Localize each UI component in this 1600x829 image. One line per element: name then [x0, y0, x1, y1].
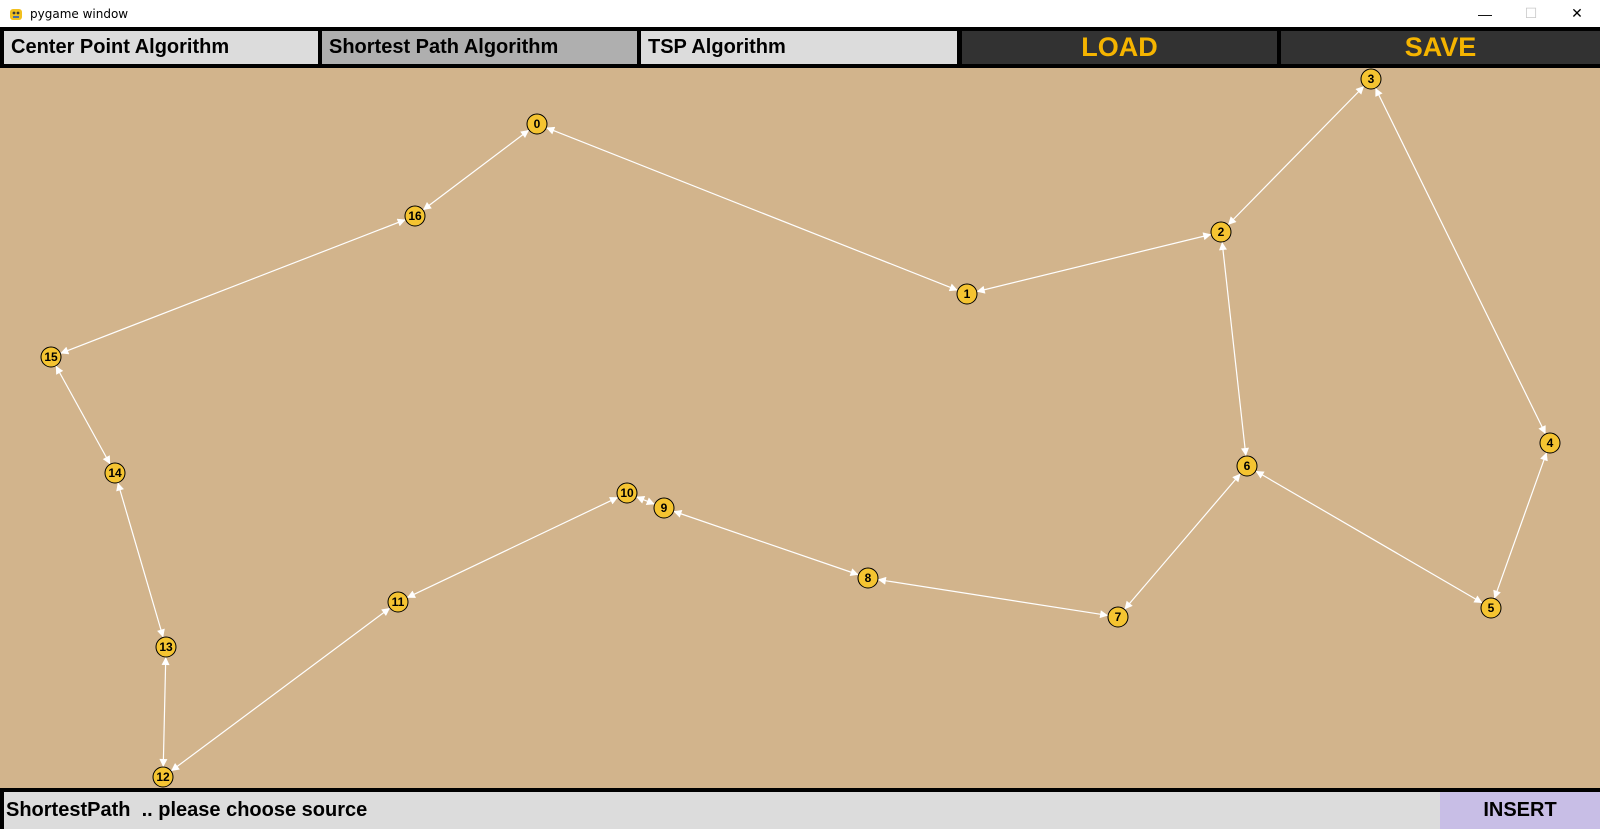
pygame-snake-icon: [10, 8, 22, 20]
node-label: 12: [156, 770, 170, 784]
node-label: 16: [408, 209, 422, 223]
status-bar: ShortestPath .. please choose source INS…: [0, 788, 1600, 829]
tsp-label: TSP Algorithm: [648, 36, 786, 58]
maximize-icon: ☐: [1524, 5, 1538, 21]
edge-9-8: [673, 510, 859, 576]
insert-button[interactable]: INSERT: [1440, 792, 1600, 829]
center-point-algorithm-button[interactable]: Center Point Algorithm: [4, 31, 318, 64]
edge-0-1: [546, 126, 958, 292]
edge-5-4: [1493, 452, 1548, 599]
graph-node-4[interactable]: 4: [1539, 432, 1561, 454]
edge-14-13: [116, 482, 165, 638]
nodes-layer: 012345678910111213141516: [40, 68, 1561, 788]
minimize-button[interactable]: —: [1462, 0, 1508, 27]
edge-8-7: [877, 576, 1109, 619]
edge-0-16: [422, 129, 530, 211]
graph-node-6[interactable]: 6: [1236, 455, 1258, 477]
save-label: SAVE: [1404, 32, 1477, 62]
graph-node-1[interactable]: 1: [956, 283, 978, 305]
edge-12-11: [170, 607, 391, 772]
graph-node-15[interactable]: 15: [40, 346, 62, 368]
edges-layer: [55, 85, 1548, 772]
shortest-path-label: Shortest Path Algorithm: [329, 36, 559, 58]
graph-node-13[interactable]: 13: [155, 636, 177, 658]
node-label: 1: [964, 287, 971, 301]
edge-6-2: [1219, 241, 1249, 457]
node-label: 9: [661, 501, 668, 515]
status-text: ShortestPath .. please choose source: [6, 799, 368, 821]
edge-6-5: [1255, 470, 1483, 604]
window-titlebar: pygame window — ☐ ✕: [0, 0, 1600, 27]
node-label: 0: [534, 117, 541, 131]
minimize-icon: —: [1478, 5, 1492, 22]
edge-2-1: [976, 232, 1212, 294]
graph-node-7[interactable]: 7: [1107, 606, 1129, 628]
graph-node-10[interactable]: 10: [616, 482, 638, 504]
edge-10-9: [636, 496, 655, 505]
node-label: 3: [1368, 72, 1375, 86]
edge-15-14: [55, 365, 111, 465]
graph-canvas[interactable]: 0 1 2 3 4 5 6 7 8 9 10 11 12 13 14 15 16: [0, 68, 1600, 788]
edge-13-12: [159, 656, 170, 768]
node-label: 5: [1488, 601, 1495, 615]
graph-node-0[interactable]: 0: [526, 113, 548, 135]
window-controls: — ☐ ✕: [1462, 0, 1600, 27]
graph-node-5[interactable]: 5: [1480, 597, 1502, 619]
node-label: 2: [1218, 225, 1225, 239]
edge-4-3: [1374, 87, 1547, 435]
graph-node-9[interactable]: 9: [653, 497, 675, 519]
edge-11-10: [406, 496, 619, 599]
edge-3-2: [1227, 85, 1365, 226]
edge-7-6: [1124, 473, 1241, 610]
close-icon: ✕: [1571, 5, 1583, 21]
shortest-path-algorithm-button[interactable]: Shortest Path Algorithm: [322, 31, 637, 64]
graph-node-11[interactable]: 11: [387, 591, 409, 613]
window-title: pygame window: [30, 6, 129, 21]
graph-drawing: 012345678910111213141516: [40, 68, 1561, 788]
edge-16-15: [60, 218, 406, 355]
node-label: 15: [44, 350, 58, 364]
close-button[interactable]: ✕: [1554, 0, 1600, 27]
insert-label: INSERT: [1483, 799, 1557, 821]
node-label: 8: [865, 571, 872, 585]
graph-node-12[interactable]: 12: [152, 766, 174, 788]
status-message: ShortestPath .. please choose source: [4, 792, 1440, 829]
graph-node-8[interactable]: 8: [857, 567, 879, 589]
load-button[interactable]: LOAD: [962, 31, 1277, 64]
node-label: 6: [1244, 459, 1251, 473]
save-button[interactable]: SAVE: [1281, 31, 1600, 64]
load-label: LOAD: [1081, 32, 1158, 62]
graph-node-14[interactable]: 14: [104, 462, 126, 484]
node-label: 14: [108, 466, 122, 480]
tsp-algorithm-button[interactable]: TSP Algorithm: [641, 31, 957, 64]
graph-node-2[interactable]: 2: [1210, 221, 1232, 243]
node-label: 10: [620, 486, 634, 500]
algorithm-toolbar: Center Point Algorithm Shortest Path Alg…: [0, 27, 1600, 68]
graph-node-16[interactable]: 16: [404, 205, 426, 227]
node-label: 13: [159, 640, 173, 654]
node-label: 7: [1115, 610, 1122, 624]
node-label: 4: [1547, 436, 1554, 450]
maximize-button[interactable]: ☐: [1508, 0, 1554, 27]
graph-node-3[interactable]: 3: [1360, 68, 1382, 90]
center-point-label: Center Point Algorithm: [11, 36, 230, 58]
node-label: 11: [392, 595, 405, 609]
